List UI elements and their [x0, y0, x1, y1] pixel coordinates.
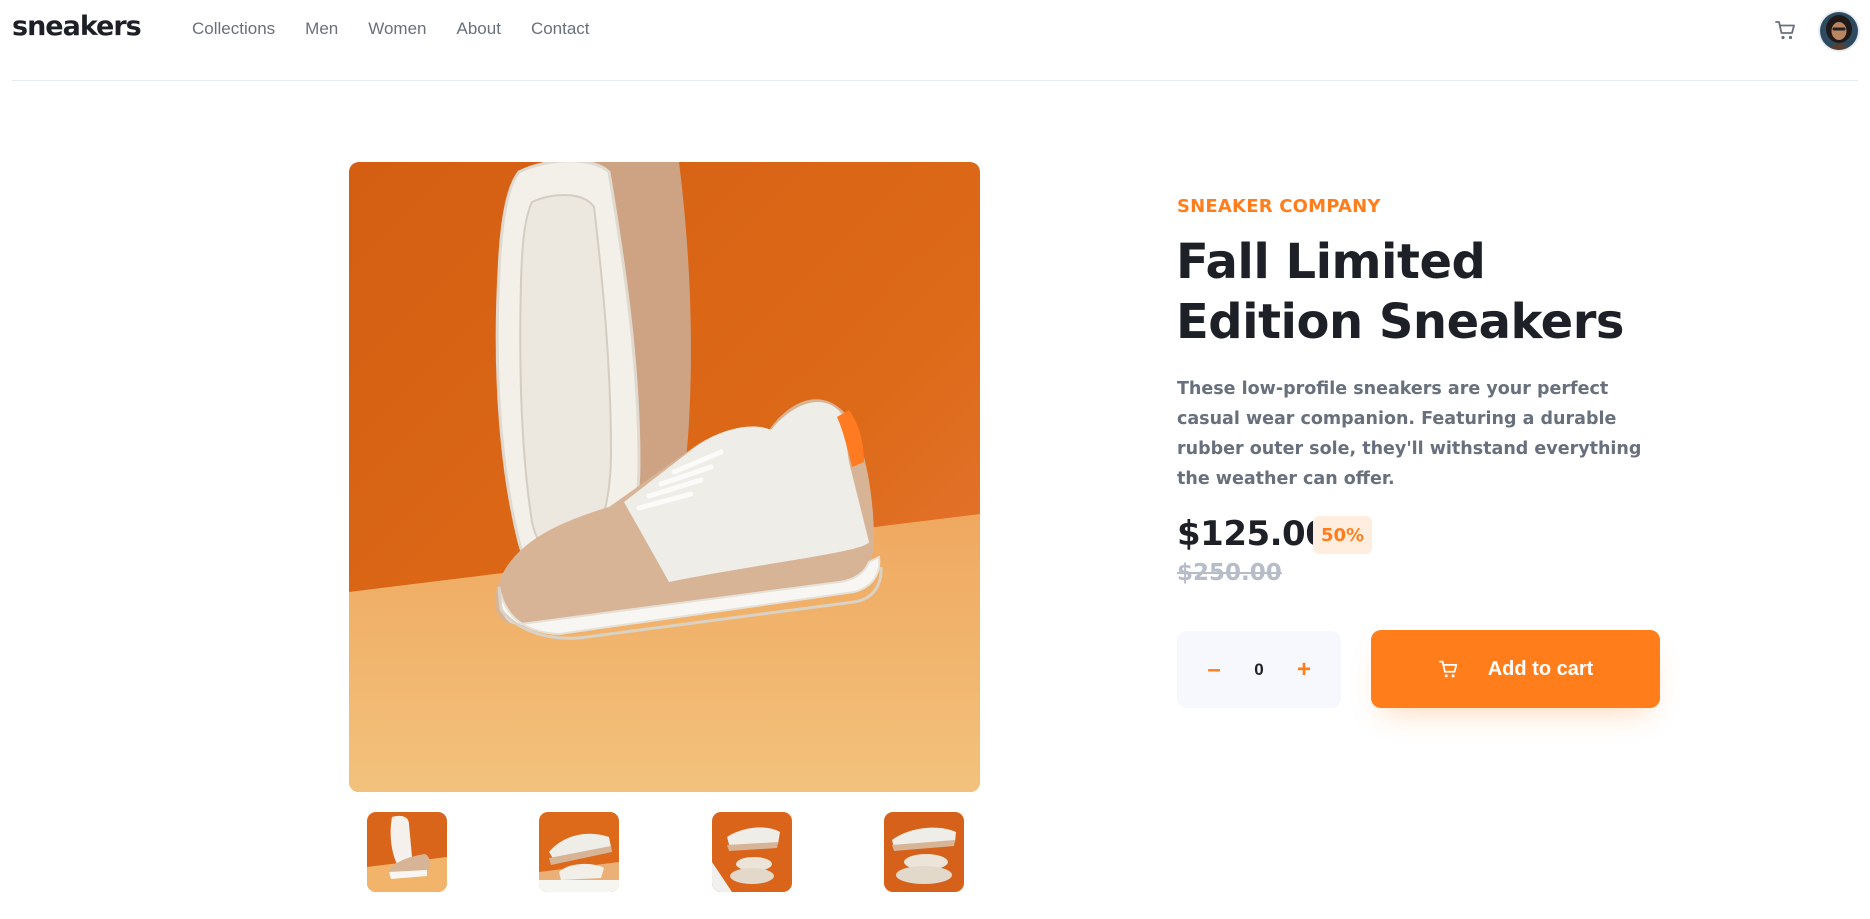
sneaker-photo [349, 162, 980, 792]
product-thumbnail-2 [539, 812, 619, 892]
thumbnail-1[interactable] [367, 812, 447, 892]
plus-icon: + [1296, 655, 1311, 683]
avatar-image [1820, 12, 1858, 50]
nav-link-collections[interactable]: Collections [192, 19, 275, 39]
decrease-quantity-button[interactable]: – [1189, 631, 1239, 708]
nav-link-women[interactable]: Women [368, 19, 426, 39]
avatar[interactable] [1820, 12, 1858, 50]
thumbnail-strip [367, 812, 964, 892]
thumbnail-2[interactable] [539, 812, 619, 892]
quantity-stepper: – 0 + [1177, 631, 1341, 708]
discount-badge: 50% [1313, 516, 1372, 554]
product-thumbnail-1 [367, 812, 447, 892]
add-to-cart-button[interactable]: Add to cart [1371, 630, 1660, 708]
thumbnail-4[interactable] [884, 812, 964, 892]
company-name: SNEAKER COMPANY [1177, 196, 1381, 217]
site-header: sneakers Collections Men Women About Con… [12, 0, 1858, 81]
original-price: $250.00 [1177, 560, 1282, 586]
nav-link-men[interactable]: Men [305, 19, 338, 39]
cart-button[interactable] [1774, 18, 1798, 42]
nav-link-contact[interactable]: Contact [531, 19, 590, 39]
minus-icon: – [1207, 655, 1221, 683]
increase-quantity-button[interactable]: + [1279, 631, 1329, 708]
nav-link-about[interactable]: About [457, 19, 501, 39]
thumbnail-3[interactable] [712, 812, 792, 892]
product-title: Fall Limited Edition Sneakers [1176, 234, 1624, 350]
quantity-value: 0 [1254, 659, 1264, 679]
product-thumbnail-4 [884, 812, 964, 892]
main-nav: Collections Men Women About Contact [192, 19, 620, 39]
product-thumbnail-3 [712, 812, 792, 892]
logo[interactable]: sneakers [12, 11, 142, 42]
current-price: $125.00 [1177, 514, 1329, 554]
product-description: These low-profile sneakers are your perf… [1177, 379, 1642, 489]
product-main-image[interactable] [349, 162, 980, 792]
add-to-cart-label: Add to cart [1487, 657, 1594, 680]
cart-icon [1775, 21, 1795, 40]
cart-icon [1438, 660, 1457, 678]
